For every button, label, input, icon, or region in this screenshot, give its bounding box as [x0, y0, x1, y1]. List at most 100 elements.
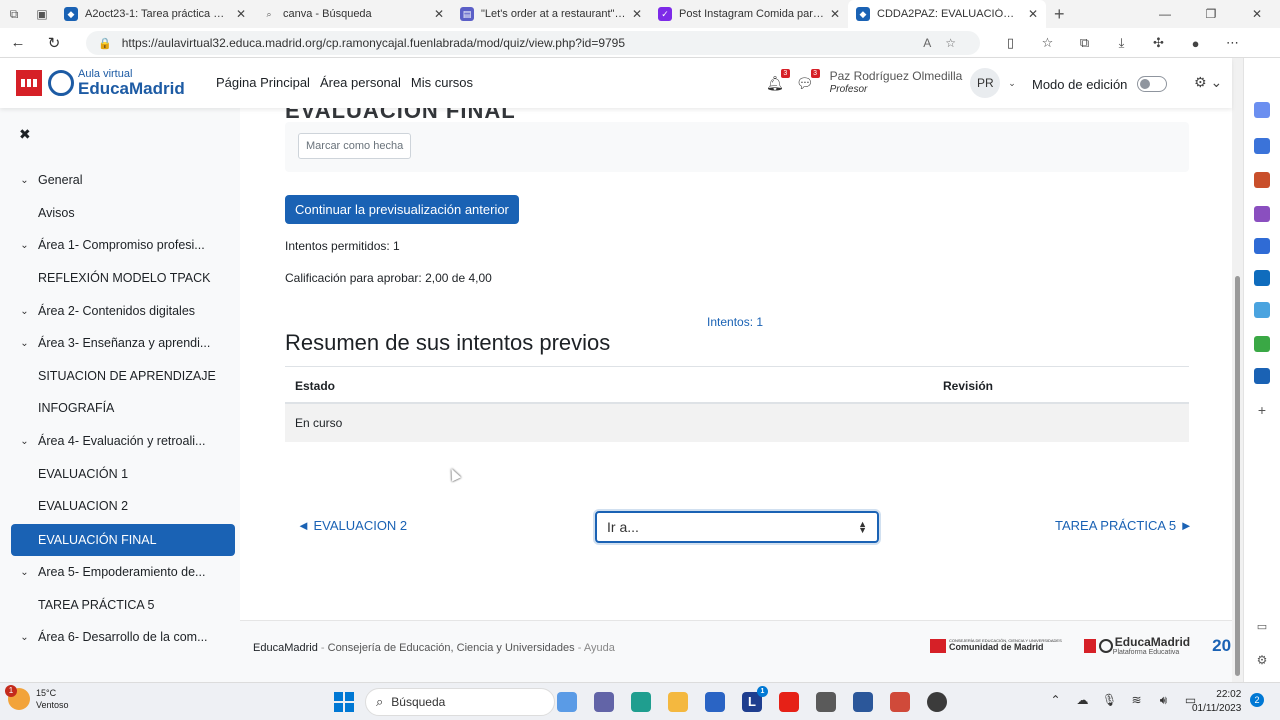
attempts-link[interactable]: Intentos: 1: [707, 315, 763, 329]
workspaces-icon[interactable]: ⧉: [0, 0, 28, 28]
footer-brand[interactable]: EducaMadrid: [253, 642, 318, 654]
browser-tab-2[interactable]: ⌕ canva - Búsqueda ✕: [254, 0, 452, 28]
course-section[interactable]: ⌄ Área 4- Evaluación y retroali...: [11, 426, 235, 456]
scrollbar-thumb[interactable]: [1235, 276, 1240, 676]
youtube-icon[interactable]: [779, 692, 799, 712]
m-app-icon[interactable]: [816, 692, 836, 712]
close-drawer-icon[interactable]: ✖: [19, 126, 31, 143]
weather-widget[interactable]: 1 15°C Ventoso: [5, 685, 69, 711]
nav-home[interactable]: Página Principal: [216, 75, 310, 90]
nav-my-courses[interactable]: Mis cursos: [411, 75, 473, 90]
course-section[interactable]: ⌄ Area 5- Empoderamiento de...: [11, 557, 235, 587]
educamadrid-logo[interactable]: Aula virtual EducaMadrid: [16, 69, 185, 97]
wifi-icon[interactable]: ≋: [1123, 693, 1150, 708]
avatar[interactable]: PR: [970, 68, 1001, 98]
minimize-icon[interactable]: —: [1142, 0, 1188, 28]
favorites-icon[interactable]: ☆: [1029, 35, 1066, 51]
course-section[interactable]: ⌄ Área 1- Compromiso profesi...: [11, 230, 235, 260]
games-icon[interactable]: [1254, 206, 1270, 222]
bing-icon[interactable]: [557, 692, 577, 712]
edit-mode-toggle[interactable]: [1137, 76, 1168, 92]
chevron-down-icon[interactable]: ⌄: [11, 436, 38, 447]
browser-tab-4[interactable]: ✓ Post Instagram Comida para Llev ✕: [650, 0, 848, 28]
microphone-icon[interactable]: 🎙︎: [1096, 693, 1123, 708]
notifications-bell-icon[interactable]: 🔔︎ 3: [766, 68, 790, 92]
microsoft-365-icon[interactable]: [1254, 238, 1270, 254]
store-icon[interactable]: [705, 692, 725, 712]
volume-icon[interactable]: 🔊︎: [1150, 693, 1177, 708]
favorite-star-icon[interactable]: ☆: [945, 36, 970, 50]
chevron-down-icon[interactable]: ⌄: [11, 567, 38, 578]
comunidad-madrid-logo[interactable]: CONSEJERÍA DE EDUCACIÓN, CIENCIA Y UNIVE…: [930, 638, 1062, 653]
jump-to-select[interactable]: Ir a... ▲ ▼: [595, 511, 879, 543]
educamadrid-platform-logo[interactable]: EducaMadrid Plataforma Educativa: [1083, 635, 1190, 656]
search-icon[interactable]: [1254, 102, 1270, 118]
notification-center-badge[interactable]: 2: [1250, 693, 1264, 707]
browser-tab-3[interactable]: ▤ "Let's order at a restaurant" - Inf ✕: [452, 0, 650, 28]
course-activity[interactable]: SITUACION DE APRENDIZAJE: [11, 361, 235, 391]
more-menu-icon[interactable]: ⋯: [1214, 35, 1251, 51]
word-icon[interactable]: [853, 692, 873, 712]
read-aloud-icon[interactable]: A: [923, 36, 945, 50]
tree-icon[interactable]: [1254, 336, 1270, 352]
mark-as-done-button[interactable]: Marcar como hecha: [298, 133, 412, 159]
course-section[interactable]: ⌄ Área 6- Desarrollo de la com...: [11, 622, 235, 652]
course-activity[interactable]: EVALUACIÓN 1: [11, 459, 235, 489]
course-activity[interactable]: INFOGRAFÍA: [11, 393, 235, 423]
course-section-general[interactable]: ⌄ General: [11, 165, 235, 195]
footer-help-link[interactable]: Ayuda: [584, 642, 615, 654]
teams-chat-icon[interactable]: [594, 692, 614, 712]
messages-icon[interactable]: 💬︎ 3: [796, 68, 820, 92]
add-icon[interactable]: +: [1254, 402, 1270, 418]
chevron-down-icon[interactable]: ⌄: [11, 338, 38, 349]
course-activity[interactable]: EVALUACION 2: [11, 491, 235, 521]
settings-gear-icon[interactable]: ⚙: [1254, 653, 1270, 669]
profile-icon[interactable]: ●: [1177, 36, 1214, 51]
course-activity[interactable]: TAREA PRÁCTICA 5: [11, 590, 235, 620]
send-icon[interactable]: [1254, 302, 1270, 318]
close-tab-icon[interactable]: ✕: [236, 7, 246, 21]
chevron-down-icon[interactable]: ⌄: [11, 240, 38, 251]
close-window-icon[interactable]: ✕: [1234, 0, 1280, 28]
course-activity-current[interactable]: EVALUACIÓN FINAL: [11, 524, 235, 556]
tab-actions-icon[interactable]: ▣: [28, 0, 56, 28]
footer-consejeria[interactable]: Consejería de Educación, Ciencia y Unive…: [328, 642, 575, 654]
browser-tab-1[interactable]: ◆ A2oct23-1: Tarea práctica 6 - Niv ✕: [56, 0, 254, 28]
anniversary-logo[interactable]: 20: [1212, 636, 1231, 656]
close-tab-icon[interactable]: ✕: [1028, 7, 1038, 21]
windows-start-icon[interactable]: [334, 692, 354, 712]
split-screen-icon[interactable]: ▯: [992, 35, 1029, 51]
settings-gear-icon[interactable]: ⚙ ⌄: [1194, 74, 1222, 91]
previous-activity-link[interactable]: ◄ EVALUACION 2: [297, 518, 407, 533]
course-activity[interactable]: Avisos: [11, 198, 235, 228]
browser-tab-active[interactable]: ◆ CDDA2PAZ: EVALUACIÓN FINAL ✕: [848, 0, 1046, 28]
clock[interactable]: 22:02 01/11/2023: [1192, 688, 1241, 716]
collections-icon[interactable]: ⧉: [1066, 35, 1103, 51]
close-tab-icon[interactable]: ✕: [434, 7, 444, 21]
edge-browser-icon[interactable]: [631, 692, 651, 712]
close-tab-icon[interactable]: ✕: [830, 7, 840, 21]
chevron-down-icon[interactable]: ⌄: [11, 632, 38, 643]
continue-preview-button[interactable]: Continuar la previsualización anterior: [285, 195, 519, 224]
reload-icon[interactable]: ↻: [36, 34, 72, 52]
address-bar[interactable]: 🔒 https://aulavirtual32.educa.madrid.org…: [86, 31, 980, 55]
l-app-icon[interactable]: L1: [742, 686, 768, 712]
chevron-down-icon[interactable]: ⌄: [1008, 78, 1016, 89]
close-tab-icon[interactable]: ✕: [632, 7, 642, 21]
chevron-up-icon[interactable]: ⌃: [1042, 693, 1069, 708]
page-scrollbar[interactable]: [1232, 58, 1243, 682]
file-explorer-icon[interactable]: [668, 692, 688, 712]
lock-icon[interactable]: 🔒: [98, 37, 112, 50]
nav-dashboard[interactable]: Área personal: [320, 75, 401, 90]
restore-icon[interactable]: ❐: [1188, 0, 1234, 28]
chevron-down-icon[interactable]: ⌄: [11, 175, 38, 186]
tools-briefcase-icon[interactable]: [1254, 172, 1270, 188]
taskbar-search[interactable]: ⌕ Búsqueda: [365, 688, 555, 716]
back-icon[interactable]: ←: [0, 34, 36, 51]
onedrive-cloud-icon[interactable]: ☁: [1069, 693, 1096, 708]
chrome-icon[interactable]: [927, 692, 947, 712]
new-tab-button[interactable]: +: [1054, 4, 1065, 25]
next-activity-link[interactable]: TAREA PRÁCTICA 5 ►: [1055, 518, 1193, 533]
course-section[interactable]: ⌄ Área 3- Enseñanza y aprendi...: [11, 328, 235, 358]
course-activity[interactable]: REFLEXIÓN MODELO TPACK: [11, 263, 235, 293]
